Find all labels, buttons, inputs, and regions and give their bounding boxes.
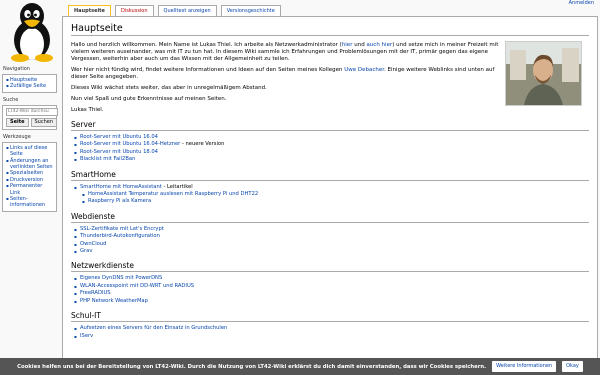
sidebar-item-recentchangeslinked[interactable]: Änderungen an verlinkten Seiten	[10, 158, 53, 170]
section-heading-schul: Schul-IT	[71, 311, 589, 323]
search-input[interactable]	[6, 107, 58, 116]
webdienste-link-3[interactable]: OwnCloud	[80, 241, 106, 247]
site-logo[interactable]	[0, 0, 64, 64]
colleague-link[interactable]: Uwe Debacher	[344, 67, 384, 73]
section-heading-webdienste: Webdienste	[71, 212, 589, 223]
cookie-more-button[interactable]: Weitere Informationen	[492, 361, 557, 372]
tools-portlet-title: Werkzeuge	[3, 133, 31, 140]
sidebar-item-pageinfo[interactable]: Seiten-informationen	[10, 196, 45, 208]
list-item: Grav	[74, 248, 589, 256]
list-item: IServ	[74, 333, 589, 341]
sidebar-item-specialpages[interactable]: Spezialseiten	[10, 170, 43, 176]
search-button[interactable]: Suchen	[30, 117, 58, 127]
webdienste-link-4[interactable]: Grav	[80, 248, 92, 254]
intro-paragraph: Hallo und herzlich willkommen. Mein Name…	[71, 42, 499, 62]
colleague-paragraph: Wer hier nicht fündig wird, findet weite…	[71, 67, 495, 80]
sidebar-item-hauptseite[interactable]: Hauptseite	[10, 77, 37, 83]
list-item: Root-Server mit Ubuntu 18.04	[74, 149, 589, 157]
list-item: OwnCloud	[74, 241, 589, 249]
sidebar: Navigation Hauptseite Zufällige Seite Su…	[0, 66, 59, 216]
list-item: Blacklist mit Fail2Ban	[74, 156, 589, 164]
netzwerk-list: Eigenes DynDNS mit PowerDNS WLAN-Accessp…	[71, 275, 589, 305]
growth-paragraph: Dieses Wiki wächst stets weiter, das abe…	[71, 85, 267, 91]
profile-photo	[505, 41, 582, 106]
nav-portlet: Navigation Hauptseite Zufällige Seite	[2, 66, 57, 93]
nav-portlet-title: Navigation	[3, 66, 30, 72]
schul-list: Aufsetzen eines Servers für den Einsatz …	[71, 325, 589, 340]
list-item: HomeAssistant Temperatur auslesen mit Ra…	[82, 191, 589, 199]
section-heading-netzwerk: Netzwerkdienste	[71, 261, 589, 273]
sidebar-item-random[interactable]: Zufällige Seite	[10, 83, 46, 89]
schul-link-2[interactable]: IServ	[80, 333, 93, 339]
smarthome-sublink-2[interactable]: Raspberry Pi als Kamera	[88, 198, 151, 204]
netzwerk-link-1[interactable]: Eigenes DynDNS mit PowerDNS	[80, 275, 162, 281]
search-portlet-title: Suche	[3, 96, 19, 103]
smarthome-link[interactable]: SmartHome mit HomeAssistant	[80, 184, 162, 190]
netzwerk-link-3[interactable]: FreeRADIUS	[80, 290, 111, 296]
cookie-text: Cookies helfen uns bei der Bereitstellun…	[17, 363, 487, 370]
sidebar-item-print[interactable]: Druckversion	[10, 177, 43, 183]
list-item: Root-Server mit Ubuntu 16.04	[74, 134, 589, 142]
list-item: SmartHome mit HomeAssistant - Leitartike…	[74, 184, 589, 207]
netzwerk-link-2[interactable]: WLAN-Accesspoint mit DD-WRT und RADIUS	[80, 283, 194, 289]
list-item: Aufsetzen eines Servers für den Einsatz …	[74, 325, 589, 333]
smarthome-sublink-1[interactable]: HomeAssistant Temperatur auslesen mit Ra…	[88, 191, 258, 197]
schul-link-1[interactable]: Aufsetzen eines Servers für den Einsatz …	[80, 325, 227, 331]
server-list: Root-Server mit Ubuntu 16.04 Root-Server…	[71, 134, 589, 164]
smarthome-list: SmartHome mit HomeAssistant - Leitartike…	[71, 184, 589, 207]
list-item: WLAN-Accesspoint mit DD-WRT und RADIUS	[74, 283, 589, 291]
sidebar-item-permalink[interactable]: Permanenter Link	[10, 183, 42, 195]
list-item: Raspberry Pi als Kamera	[82, 198, 589, 206]
server-link-2[interactable]: Root-Server mit Ubuntu 16.04-Hetzner	[80, 141, 180, 147]
main-content: Hauptseite Hallo und herzlich willkommen…	[62, 16, 598, 375]
server-link-1[interactable]: Root-Server mit Ubuntu 16.04	[80, 134, 158, 140]
list-item: PHP Network WeatherMap	[74, 298, 589, 306]
tools-portlet: Werkzeuge Links auf diese Seite Änderung…	[2, 134, 57, 212]
cookie-ok-button[interactable]: Okay	[562, 361, 583, 372]
webdienste-list: SSL-Zertifikate mit Let's Encrypt Thunde…	[71, 226, 589, 256]
page-tabs: Hauptseite Diskussion Quelltext anzeigen…	[68, 5, 281, 17]
login-link[interactable]: Anmelden	[569, 0, 594, 6]
sidebar-item-whatlinkshere[interactable]: Links auf diese Seite	[10, 145, 47, 157]
search-portlet: Suche Seite Suchen	[2, 96, 58, 130]
list-item: Root-Server mit Ubuntu 16.04-Hetzner - n…	[74, 141, 589, 149]
section-heading-server: Server	[71, 120, 589, 131]
greeting-paragraph: Nun viel Spaß und gute Erkenntnisse auf …	[71, 96, 227, 102]
page-title: Hauptseite	[71, 23, 589, 36]
section-heading-smarthome: SmartHome	[71, 170, 589, 181]
employer-link-1[interactable]: hier	[342, 42, 353, 48]
list-item: Eigenes DynDNS mit PowerDNS	[74, 275, 589, 283]
cookie-banner: Cookies helfen uns bei der Bereitstellun…	[0, 358, 600, 375]
server-link-3[interactable]: Root-Server mit Ubuntu 18.04	[80, 149, 158, 155]
personal-tools: Anmelden	[569, 0, 594, 6]
list-item: SSL-Zertifikate mit Let's Encrypt	[74, 226, 589, 234]
netzwerk-link-4[interactable]: PHP Network WeatherMap	[80, 298, 148, 304]
list-item: Thunderbird-Autokonfiguration	[74, 233, 589, 241]
server-link-4[interactable]: Blacklist mit Fail2Ban	[80, 156, 135, 162]
employer-link-2[interactable]: auch hier	[366, 42, 392, 48]
webdienste-link-2[interactable]: Thunderbird-Autokonfiguration	[80, 233, 160, 239]
go-button[interactable]: Seite	[6, 117, 29, 127]
signature-paragraph: Lukas Thiel.	[71, 107, 104, 113]
webdienste-link-1[interactable]: SSL-Zertifikate mit Let's Encrypt	[80, 226, 164, 232]
list-item: FreeRADIUS	[74, 290, 589, 298]
